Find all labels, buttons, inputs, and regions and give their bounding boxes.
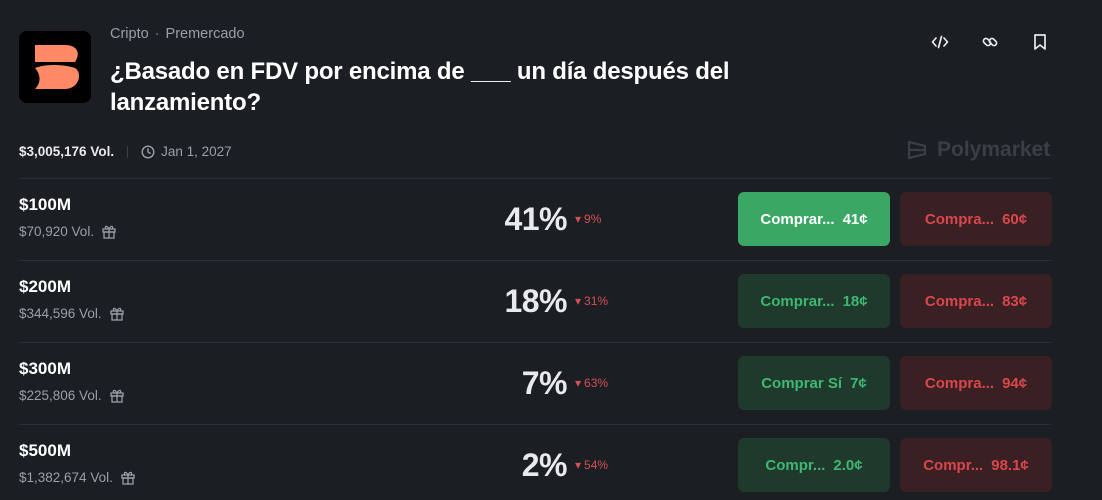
market-label: $100M: [19, 195, 71, 214]
market-volume-text: $1,382,674 Vol.: [19, 469, 113, 485]
probability-change-value: 54%: [584, 458, 609, 472]
buy-yes-label: Comprar Sí: [761, 374, 843, 392]
probability-change: ▾ 9%: [575, 212, 601, 226]
buy-no-button[interactable]: Compra... 83¢: [900, 274, 1052, 328]
link-icon[interactable]: [978, 30, 1002, 54]
market-logo: [19, 31, 91, 103]
buy-yes-label: Comprar...: [760, 292, 835, 310]
market-volume-text: $225,806 Vol.: [19, 387, 102, 403]
buy-yes-button[interactable]: Comprar... 18¢: [738, 274, 890, 328]
market-row[interactable]: $300M $225,806 Vol. 7% ▾ 63% Comprar Sí …: [19, 342, 1052, 424]
buy-yes-label: Comprar...: [760, 210, 835, 228]
probability-change: ▾ 31%: [575, 294, 608, 308]
buy-yes-button[interactable]: Comprar Sí 7¢: [738, 356, 890, 410]
gift-icon[interactable]: [120, 469, 136, 485]
market-label: $500M: [19, 441, 71, 460]
market-probability: 41%: [504, 201, 567, 237]
buy-yes-price: 18¢: [842, 292, 868, 310]
brand-name: Polymarket: [937, 138, 1051, 161]
market-volume-text: $344,596 Vol.: [19, 305, 102, 321]
probability-change: ▾ 54%: [575, 458, 608, 472]
market-row[interactable]: $500M $1,382,674 Vol. 2% ▾ 54% Compr... …: [19, 424, 1052, 500]
market-row[interactable]: $200M $344,596 Vol. 18% ▾ 31% Comprar...…: [19, 260, 1052, 342]
market-probability: 7%: [521, 365, 568, 401]
market-logo-icon: [19, 31, 91, 103]
breadcrumb-subcategory[interactable]: Premercado: [166, 26, 245, 42]
code-icon[interactable]: [928, 30, 952, 54]
down-arrow-icon: ▾: [575, 376, 582, 390]
buy-no-button[interactable]: Compra... 60¢: [900, 192, 1052, 246]
end-date: Jan 1, 2027: [141, 144, 232, 159]
probability-change: ▾ 63%: [575, 376, 608, 390]
total-volume: $3,005,176 Vol.: [19, 144, 115, 159]
down-arrow-icon: ▾: [575, 458, 582, 472]
breadcrumb-category[interactable]: Cripto: [110, 26, 149, 42]
gift-icon[interactable]: [101, 223, 117, 239]
probability-change-value: 9%: [584, 212, 602, 226]
buy-yes-button[interactable]: Comprar... 41¢: [738, 192, 890, 246]
market-label: $200M: [19, 277, 71, 296]
market-volume: $225,806 Vol.: [19, 387, 125, 403]
market-volume: $1,382,674 Vol.: [19, 469, 136, 485]
probability-change-value: 63%: [584, 376, 609, 390]
buy-yes-button[interactable]: Compr... 2.0¢: [738, 438, 890, 492]
market-label: $300M: [19, 359, 71, 378]
buy-yes-price: 2.0¢: [833, 456, 863, 474]
buy-yes-price: 7¢: [850, 374, 867, 392]
probability-change-value: 31%: [584, 294, 609, 308]
buy-no-price: 60¢: [1002, 210, 1028, 228]
buy-no-button[interactable]: Compr... 98.1¢: [900, 438, 1052, 492]
clock-icon: [141, 144, 155, 159]
market-volume-text: $70,920 Vol.: [19, 223, 95, 239]
buy-no-price: 83¢: [1002, 292, 1028, 310]
end-date-text: Jan 1, 2027: [161, 144, 232, 159]
buy-no-label: Compra...: [924, 374, 995, 392]
down-arrow-icon: ▾: [575, 294, 582, 308]
polymarket-logo-icon: [907, 140, 927, 160]
buy-no-label: Compra...: [924, 210, 995, 228]
market-row[interactable]: $100M $70,920 Vol. 41% ▾ 9% Comprar... 4…: [19, 178, 1052, 260]
gift-icon[interactable]: [109, 387, 125, 403]
market-meta: $3,005,176 Vol. Jan 1, 2027: [19, 144, 232, 159]
buy-no-button[interactable]: Compra... 94¢: [900, 356, 1052, 410]
breadcrumb-separator: ·: [154, 26, 160, 42]
market-probability: 18%: [504, 283, 567, 319]
polymarket-watermark: Polymarket: [905, 138, 1050, 162]
buy-no-price: 98.1¢: [991, 456, 1029, 474]
header-actions: [928, 30, 1052, 54]
down-arrow-icon: ▾: [575, 212, 582, 226]
markets-list: $100M $70,920 Vol. 41% ▾ 9% Comprar... 4…: [19, 178, 1052, 500]
meta-divider: [127, 145, 129, 158]
market-probability: 2%: [521, 447, 568, 483]
page-title: ¿Basado en FDV por encima de ___ un día …: [110, 58, 730, 116]
market-volume: $70,920 Vol.: [19, 223, 117, 239]
buy-yes-label: Compr...: [765, 456, 826, 474]
market-volume: $344,596 Vol.: [19, 305, 125, 321]
bookmark-icon[interactable]: [1028, 30, 1052, 54]
buy-no-label: Compra...: [924, 292, 995, 310]
buy-no-label: Compr...: [923, 456, 984, 474]
gift-icon[interactable]: [109, 305, 125, 321]
buy-yes-price: 41¢: [842, 210, 868, 228]
breadcrumb: Cripto · Premercado: [110, 26, 245, 42]
buy-no-price: 94¢: [1002, 374, 1028, 392]
